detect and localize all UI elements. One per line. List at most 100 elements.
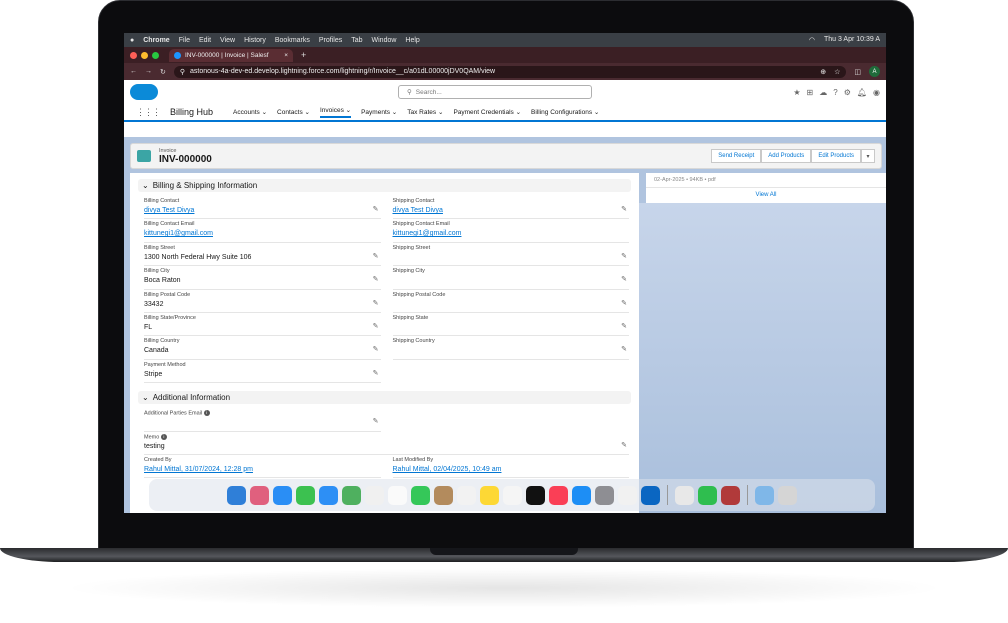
notes-icon[interactable] [480, 485, 499, 505]
menubar-app[interactable]: Chrome [143, 37, 169, 44]
messages-icon[interactable] [296, 485, 315, 505]
facetime-icon[interactable] [411, 485, 430, 505]
add-icon[interactable]: ⊞ [807, 88, 814, 97]
edit-products-button[interactable]: Edit Products [811, 149, 861, 163]
address-bar[interactable]: ⚲ astonous-4a-dev-ed.develop.lightning.f… [173, 65, 847, 78]
zoom-window-icon[interactable] [152, 51, 159, 59]
wallpaper-background [639, 203, 886, 513]
trash-icon[interactable] [778, 485, 797, 505]
nav-item-billing-configurations[interactable]: Billing Configurations ⌄ [531, 108, 599, 116]
add-products-button[interactable]: Add Products [761, 149, 812, 163]
system-settings-icon[interactable] [595, 485, 614, 505]
app-launcher-icon[interactable]: ⋮⋮⋮ [136, 107, 161, 118]
new-tab-button[interactable]: + [301, 50, 306, 60]
photos-icon[interactable] [365, 485, 384, 505]
edit-pencil-icon[interactable]: ✎ [373, 345, 379, 353]
additional-section-header[interactable]: ⌄ Additional Information [138, 391, 631, 405]
reload-icon[interactable]: ↻ [160, 68, 166, 76]
finder-icon[interactable] [227, 485, 246, 505]
menu-profiles[interactable]: Profiles [319, 37, 342, 44]
edit-pencil-icon[interactable]: ✎ [373, 369, 379, 377]
menu-file[interactable]: File [179, 37, 190, 44]
whatsapp-icon[interactable] [698, 485, 717, 505]
edit-pencil-icon[interactable]: ✎ [621, 322, 627, 330]
contacts-icon[interactable] [434, 485, 453, 505]
menu-help[interactable]: Help [405, 37, 419, 44]
extensions-icon[interactable]: ◫ [854, 68, 861, 76]
info-icon[interactable]: i [203, 410, 210, 417]
apple-icon[interactable]: ● [130, 37, 134, 44]
billing-section-header[interactable]: ⌄ Billing & Shipping Information [138, 179, 631, 192]
user-avatar-icon[interactable]: ◉ [873, 88, 880, 97]
profile-avatar[interactable]: A [869, 66, 880, 77]
menu-history[interactable]: History [244, 37, 266, 44]
tab-strip: INV-000000 | Invoice | Salesf × + [124, 47, 886, 63]
nav-item-accounts[interactable]: Accounts ⌄ [233, 108, 267, 116]
menu-window[interactable]: Window [372, 37, 397, 44]
chrome-icon[interactable] [618, 485, 637, 505]
more-actions-chevron-icon[interactable]: ▾ [861, 149, 875, 163]
notifications-bell-icon[interactable]: 🔔︎ [857, 88, 867, 97]
apple-tv-icon[interactable] [526, 485, 545, 505]
salesforce-logo-icon[interactable] [130, 84, 158, 100]
edit-pencil-icon[interactable]: ✎ [373, 322, 379, 330]
close-tab-icon[interactable]: × [284, 52, 288, 59]
vscode-icon[interactable] [641, 485, 660, 505]
edit-pencil-icon[interactable]: ✎ [373, 205, 379, 213]
edit-pencil-icon[interactable]: ✎ [621, 345, 627, 353]
forward-icon[interactable]: → [145, 68, 152, 75]
edit-pencil-icon[interactable]: ✎ [373, 252, 379, 260]
downloads-folder-icon[interactable] [755, 485, 774, 505]
nav-item-payments[interactable]: Payments ⌄ [361, 108, 397, 116]
zoom-icon[interactable]: ⊕ [820, 68, 826, 76]
edit-pencil-icon[interactable]: ✎ [373, 275, 379, 283]
nav-item-invoices[interactable]: Invoices ⌄ [319, 106, 352, 118]
edit-pencil-icon[interactable]: ✎ [373, 417, 379, 425]
bookmark-star-icon[interactable]: ☆ [834, 68, 840, 76]
calendar-icon[interactable] [388, 485, 407, 505]
close-window-icon[interactable] [130, 51, 137, 59]
nav-item-payment-credentials[interactable]: Payment Credentials ⌄ [453, 108, 521, 116]
browser-tab[interactable]: INV-000000 | Invoice | Salesf × [169, 48, 293, 62]
info-icon[interactable]: i [160, 433, 167, 440]
menu-tab[interactable]: Tab [351, 37, 362, 44]
site-info-icon[interactable]: ⚲ [180, 68, 185, 76]
app-store-icon[interactable] [572, 485, 591, 505]
field-billing-state-province: Billing State/Province FL ✎ [144, 313, 381, 337]
field-shipping-contact-email: Shipping Contact Email kittunegi1@gmail.c… [392, 219, 629, 243]
edit-pencil-icon[interactable]: ✎ [621, 441, 627, 449]
preview-icon[interactable] [675, 485, 694, 505]
dictionary-icon[interactable] [721, 485, 740, 505]
nav-item-contacts[interactable]: Contacts ⌄ [277, 108, 310, 116]
help-icon[interactable]: ? [833, 88, 837, 97]
launchpad-icon[interactable] [250, 485, 269, 505]
menu-edit[interactable]: Edit [199, 37, 211, 44]
trailhead-icon[interactable]: ☁ [819, 88, 827, 97]
edit-pencil-icon[interactable]: ✎ [621, 205, 627, 213]
edit-pencil-icon[interactable]: ✎ [373, 299, 379, 307]
minimize-window-icon[interactable] [141, 51, 148, 59]
menu-bookmarks[interactable]: Bookmarks [275, 37, 310, 44]
mail-icon[interactable] [319, 485, 338, 505]
reminders-icon[interactable] [457, 485, 476, 505]
maps-icon[interactable] [342, 485, 361, 505]
global-search-input[interactable]: ⚲ Search... [398, 85, 592, 99]
safari-icon[interactable] [273, 485, 292, 505]
menu-view[interactable]: View [220, 37, 235, 44]
clock[interactable]: Thu 3 Apr 10:39 A [824, 36, 880, 44]
edit-pencil-icon[interactable]: ✎ [621, 275, 627, 283]
nav-item-tax-rates[interactable]: Tax Rates ⌄ [407, 108, 443, 116]
detail-panel: ⌄ Billing & Shipping Information Billing… [130, 173, 639, 513]
field-last-modified-by: Last Modified By Rahul Mittal, 02/04/202… [392, 455, 629, 479]
freeform-icon[interactable] [503, 485, 522, 505]
back-icon[interactable]: ← [130, 68, 137, 75]
music-icon[interactable] [549, 485, 568, 505]
favorites-icon[interactable]: ★ [793, 88, 800, 97]
dock-separator [667, 485, 668, 505]
view-all-link[interactable]: View All [646, 192, 886, 198]
edit-pencil-icon[interactable]: ✎ [621, 252, 627, 260]
settings-gear-icon[interactable]: ⚙ [844, 88, 851, 97]
edit-pencil-icon[interactable]: ✎ [621, 299, 627, 307]
send-receipt-button[interactable]: Send Receipt [711, 149, 762, 163]
wifi-icon[interactable]: ◠ [809, 36, 815, 44]
